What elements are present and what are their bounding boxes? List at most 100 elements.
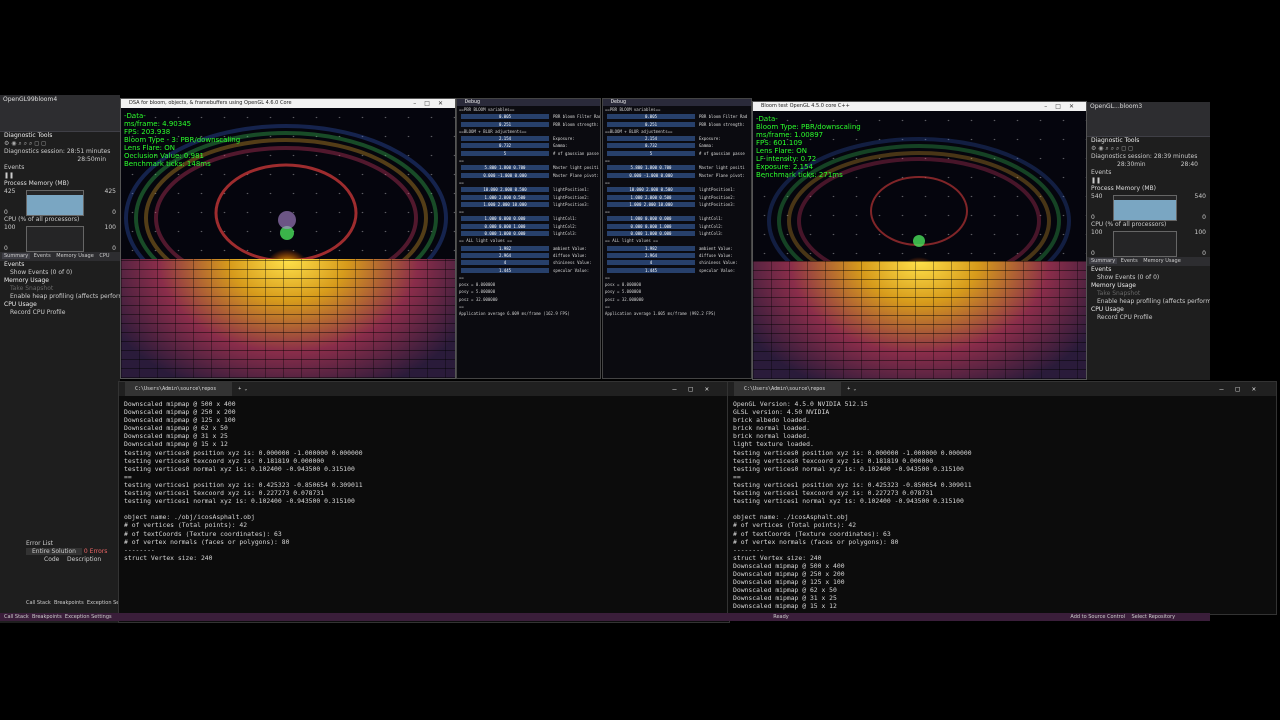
debug-slider-row[interactable]: 0.000 1.000 0.000 lightCol3:	[603, 230, 751, 237]
debug-slider-row[interactable]: 1.000 2.000 10.000 lightPosition3:	[603, 201, 751, 208]
show-events-link[interactable]: Show Events (0 of 0)	[1087, 274, 1210, 282]
timeline[interactable]: 28:50min	[0, 156, 120, 164]
status-exception-settings[interactable]: Exception Settings	[65, 614, 112, 620]
memory-graph-fill	[1114, 199, 1176, 220]
debug-slider-row[interactable]: 0.005 PBR bloom Filter Rad	[603, 113, 751, 120]
tab-memory-usage[interactable]: Memory Usage	[54, 253, 96, 259]
new-tab-button[interactable]: + ⌄	[235, 386, 247, 392]
events-header[interactable]: Events	[1087, 169, 1210, 177]
terminal-left[interactable]: C:\Users\Admin\source\repos + ⌄ –□✕ Down…	[118, 381, 730, 623]
take-snapshot-button[interactable]: Take Snapshot	[0, 285, 120, 293]
slider-label: lightCol2:	[699, 223, 724, 229]
debug-slider-row[interactable]: 4 shininess Value:	[603, 259, 751, 266]
record-cpu-button[interactable]: Record CPU Profile	[1087, 314, 1210, 322]
gl-window-left[interactable]: DSA for bloom, objects, & framebuffers u…	[120, 98, 456, 379]
debug-slider-row[interactable]: 10.000 2.000 0.500 lightPosition1:	[457, 186, 600, 193]
timeline[interactable]: 28:30min 28:40	[1087, 161, 1210, 169]
terminal-right-tabbar: C:\Users\Admin\source\repos + ⌄ –□✕	[728, 382, 1276, 396]
tab-summary[interactable]: Summary	[2, 253, 31, 259]
debug-panel-left[interactable]: Debug ==PBR BLOOM variables== 0.005 PBR bl…	[456, 98, 601, 379]
tab-summary[interactable]: Summary	[1089, 258, 1118, 264]
debug-slider-row[interactable]: 0.000 -1.000 0.000 Master Plane pivot:	[457, 172, 600, 179]
right-vs-toolbar[interactable]	[1087, 112, 1210, 137]
debug-slider-row[interactable]: 0.251 PBR bloom strength:	[457, 121, 600, 128]
add-to-source-control[interactable]: Add to Source Control	[1070, 614, 1125, 620]
debug-slider-row[interactable]: 5 # of gaussian passe	[603, 150, 751, 157]
terminal-tab[interactable]: C:\Users\Admin\source\repos	[734, 382, 842, 396]
entire-solution-dropdown[interactable]: Entire Solution	[26, 548, 82, 555]
debug-slider-row[interactable]: 0.000 1.000 0.000 lightCol3:	[457, 230, 600, 237]
debug-slider-row[interactable]: 2.154 Exposure:	[603, 135, 751, 142]
window-controls[interactable]: –□✕	[1219, 382, 1268, 396]
events-header[interactable]: Events	[0, 164, 120, 172]
new-tab-button[interactable]: + ⌄	[844, 386, 856, 392]
record-cpu-button[interactable]: Record CPU Profile	[0, 309, 120, 317]
debug-slider-row[interactable]: 5.800 1.800 0.700 Master light positi	[457, 164, 600, 171]
process-memory-header[interactable]: Process Memory (MB)	[0, 180, 120, 188]
window-controls[interactable]: –□✕	[1044, 102, 1082, 111]
debug-slider-row[interactable]: 1.000 0.000 0.000 lightCol1:	[457, 215, 600, 222]
debug-slider-row[interactable]: 1.000 0.000 0.000 lightCol1:	[603, 215, 751, 222]
breakpoints-tab[interactable]: Breakpoints	[54, 600, 84, 606]
description-column[interactable]: Description	[67, 556, 101, 563]
gl-scene-left[interactable]: -Data- ms/frame: 4.90345 FPS: 203.938 Bl…	[121, 108, 455, 378]
slider-label: shininess Value:	[699, 260, 738, 266]
status-call-stack[interactable]: Call Stack	[4, 614, 29, 620]
debug-slider-row[interactable]: 1.982 ambient Value:	[457, 245, 600, 252]
select-repository[interactable]: Select Repository	[1131, 614, 1175, 620]
debug-slider-row[interactable]: 2.964 diffuse Value:	[603, 252, 751, 259]
cpu-header[interactable]: CPU (% of all processors)	[0, 216, 120, 224]
debug-slider-row[interactable]: 1.000 2.000 0.500 lightPosition2:	[457, 194, 600, 201]
debug-slider-row[interactable]: 0.251 PBR bloom strength:	[603, 121, 751, 128]
left-vs-toolbar[interactable]	[0, 105, 120, 132]
slider-value: 0.000 1.000 0.000	[630, 231, 672, 237]
call-stack-tab[interactable]: Call Stack	[26, 600, 51, 606]
gl-scene-right[interactable]: -Data- Bloom Type: PBR/downscaling ms/fr…	[753, 111, 1086, 379]
gl-overlay-left: -Data- ms/frame: 4.90345 FPS: 203.938 Bl…	[124, 112, 240, 168]
terminal-tab[interactable]: C:\Users\Admin\source\repos	[125, 382, 233, 396]
debug-slider-row[interactable]: 1.445 specular Value:	[457, 267, 600, 274]
gl-window-right-titlebar[interactable]: Bloom test OpenGL 4.5.0 core C++ –□✕	[753, 102, 1086, 111]
gl-window-right[interactable]: Bloom test OpenGL 4.5.0 core C++ –□✕ -Dat…	[752, 101, 1087, 380]
process-memory-header[interactable]: Process Memory (MB)	[1087, 185, 1210, 193]
debug-slider-row[interactable]: 5.800 1.800 0.700 Master light positi	[603, 164, 751, 171]
debug-slider-row[interactable]: 0.000 -1.000 0.000 Master Plane pivot:	[603, 172, 751, 179]
diag-toolbar[interactable]: ⚙ ◉ ⌕ ⌕ ⌕ ◻ ◻	[0, 140, 120, 148]
slider-label: specular Value:	[553, 267, 590, 273]
terminal-right[interactable]: C:\Users\Admin\source\repos + ⌄ –□✕ Open…	[727, 381, 1277, 615]
tab-memory-usage[interactable]: Memory Usage	[1141, 258, 1183, 264]
tab-cpu[interactable]: CPU	[97, 253, 111, 259]
debug-slider-row[interactable]: 1.982 ambient Value:	[603, 245, 751, 252]
cpu-header[interactable]: CPU (% of all processors)	[1087, 221, 1210, 229]
debug-panel-right[interactable]: Debug ==PBR BLOOM variables== 0.005 PBR bl…	[602, 98, 752, 379]
take-snapshot-button[interactable]: Take Snapshot	[1087, 290, 1210, 298]
debug-slider-row[interactable]: 1.445 specular Value:	[603, 267, 751, 274]
status-breakpoints[interactable]: Breakpoints	[32, 614, 62, 620]
errors-count[interactable]: 0 Errors	[84, 548, 107, 555]
heap-profiling-checkbox[interactable]: Enable heap profiling (affects perform	[1087, 298, 1210, 306]
error-list-filter[interactable]: Entire Solution 0 Errors	[0, 548, 120, 556]
debug-slider-row[interactable]: 1.000 2.000 10.000 lightPosition3:	[457, 201, 600, 208]
show-events-link[interactable]: Show Events (0 of 0)	[0, 269, 120, 277]
debug-slider-row[interactable]: 4 shininess Value:	[457, 259, 600, 266]
debug-slider-row[interactable]: 0.732 Gamma:	[457, 142, 600, 149]
debug-slider-row[interactable]: 5 # of gaussian passe	[457, 150, 600, 157]
debug-slider-row[interactable]: 0.000 0.000 1.000 lightCol2:	[603, 223, 751, 230]
terminal-line: testing vertices0 texcoord xyz is: 0.181…	[124, 456, 325, 465]
debug-slider-row[interactable]: 0.000 0.000 1.000 lightCol2:	[457, 223, 600, 230]
debug-slider-row[interactable]: 2.154 Exposure:	[457, 135, 600, 142]
debug-slider-row[interactable]: 0.005 PBR bloom Filter Rad	[457, 113, 600, 120]
window-controls[interactable]: –□✕	[413, 99, 451, 108]
debug-slider-row[interactable]: 1.000 2.000 0.500 lightPosition2:	[603, 194, 751, 201]
code-column[interactable]: Code	[44, 556, 59, 563]
slider-value: 0.732	[644, 143, 658, 149]
tab-events[interactable]: Events	[1119, 258, 1140, 264]
debug-slider-row[interactable]: 0.732 Gamma:	[603, 142, 751, 149]
tab-events[interactable]: Events	[32, 253, 53, 259]
window-controls[interactable]: –□✕	[672, 382, 721, 396]
gl-window-left-titlebar[interactable]: DSA for bloom, objects, & framebuffers u…	[121, 99, 455, 108]
debug-slider-row[interactable]: 10.000 2.000 0.500 lightPosition1:	[603, 186, 751, 193]
diag-toolbar[interactable]: ⚙ ◉ ⌕ ⌕ ⌕ ◻ ◻	[1087, 145, 1210, 153]
debug-slider-row[interactable]: 2.964 diffuse Value:	[457, 252, 600, 259]
heap-profiling-checkbox[interactable]: Enable heap profiling (affects performan…	[0, 293, 120, 301]
